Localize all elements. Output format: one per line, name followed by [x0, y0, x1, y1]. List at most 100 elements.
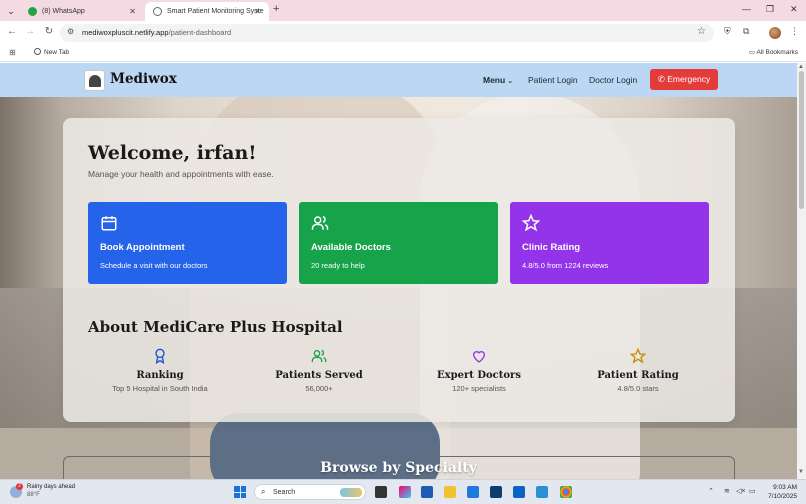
reload-icon[interactable]: ↻	[43, 26, 55, 37]
browser-tab-strip: ⌄ (8) WhatsApp ✕ Smart Patient Monitorin…	[0, 0, 806, 21]
whatsapp-icon	[28, 7, 37, 16]
site-navbar: Mediwox Menu ⌄ Patient Login Doctor Login…	[0, 63, 797, 97]
welcome-subtitle: Manage your health and appointments with…	[88, 169, 274, 179]
browse-specialty-heading: Browse by Specialty	[320, 460, 477, 476]
weather-summary: Rainy days ahead	[27, 484, 76, 490]
url-input[interactable]: ⚙ mediwoxpluscit.netlify.app/patient-das…	[60, 24, 714, 42]
brand-name[interactable]: Mediwox	[110, 71, 177, 87]
globe-icon	[153, 7, 162, 16]
wifi-icon[interactable]: ≋	[724, 487, 730, 495]
menu-dropdown[interactable]: Menu ⌄	[483, 75, 513, 85]
tab-close-icon[interactable]: ✕	[129, 2, 136, 21]
tab-title: (8) WhatsApp	[42, 8, 85, 15]
page-viewport: Mediwox Menu ⌄ Patient Login Doctor Login…	[0, 63, 797, 479]
system-clock[interactable]: 9:03 AM 7/10/2025	[765, 483, 797, 501]
address-bar-row: ← → ↻ ⚙ mediwoxpluscit.netlify.app/patie…	[0, 21, 806, 44]
tile-subtitle: Schedule a visit with our doctors	[100, 261, 208, 270]
stat-label: Patients Served	[275, 370, 363, 381]
more-menu-icon[interactable]: ⋮	[790, 26, 799, 37]
scrollbar-thumb[interactable]	[799, 71, 804, 209]
tile-title: Book Appointment	[100, 242, 185, 253]
outlook-icon[interactable]	[513, 486, 525, 498]
bookmark-star-icon[interactable]: ☆	[697, 26, 706, 37]
heart-icon	[472, 351, 486, 363]
apps-grid-icon[interactable]: ⊞	[9, 48, 16, 57]
volume-icon[interactable]: ◁×	[736, 487, 745, 495]
url-text: mediwoxpluscit.netlify.app/patient-dashb…	[82, 28, 232, 37]
taskbar-search[interactable]: ⌕ Search	[254, 484, 366, 500]
scroll-down-icon[interactable]: ▼	[798, 469, 804, 475]
stat-value: 56,000+	[305, 384, 333, 393]
notification-badge: 2	[16, 483, 23, 490]
stat-value: Top 5 Hospital in South India	[112, 384, 208, 393]
stat-ranking: Ranking Top 5 Hospital in South India	[85, 348, 235, 393]
start-button[interactable]	[234, 486, 246, 498]
welcome-heading: Welcome, irfan!	[88, 142, 257, 164]
star-icon	[630, 348, 646, 364]
dashboard-card: Welcome, irfan! Manage your health and a…	[63, 118, 735, 422]
windows-taskbar: 2 Rainy days ahead 88°F ⌕ Search ⌃ ≋ ◁× …	[0, 479, 806, 504]
tile-title: Available Doctors	[311, 242, 391, 253]
shield-icon[interactable]: ⛨	[724, 26, 731, 37]
users-icon	[311, 349, 327, 362]
profile-avatar[interactable]	[769, 27, 781, 39]
page-scrollbar[interactable]: ▲ ▼	[797, 63, 806, 479]
bookmark-new-tab[interactable]: New Tab	[34, 48, 69, 56]
new-tab-button[interactable]: +	[273, 3, 279, 15]
chevron-down-icon: ⌄	[507, 78, 514, 85]
weather-temperature: 88°F	[27, 492, 40, 498]
window-close-icon[interactable]: ✕	[790, 4, 798, 15]
stat-expert-doctors: Expert Doctors 120+ specialists	[404, 348, 554, 393]
book-appointment-tile[interactable]: Book Appointment Schedule a visit with o…	[88, 202, 287, 284]
minimize-icon[interactable]: —	[742, 4, 751, 14]
tile-subtitle: 4.8/5.0 from 1224 reviews	[522, 261, 609, 270]
photoshop-icon[interactable]	[490, 486, 502, 498]
clinic-rating-tile[interactable]: Clinic Rating 4.8/5.0 from 1224 reviews	[510, 202, 709, 284]
stat-label: Expert Doctors	[437, 370, 521, 381]
back-icon[interactable]: ←	[6, 26, 18, 37]
dropbox-icon[interactable]	[467, 486, 479, 498]
all-bookmarks[interactable]: ▭ All Bookmarks	[749, 48, 798, 56]
tab-whatsapp[interactable]: (8) WhatsApp ✕	[20, 2, 144, 21]
tab-close-icon[interactable]: ✕	[254, 2, 261, 21]
clock-time: 9:03 AM	[773, 484, 797, 491]
battery-icon[interactable]: ▭	[749, 487, 756, 495]
tab-smart-patient[interactable]: Smart Patient Monitoring Syste ✕	[145, 2, 269, 21]
task-view-icon[interactable]	[375, 486, 387, 498]
patient-login-link[interactable]: Patient Login	[528, 75, 578, 85]
site-info-icon[interactable]: ⚙	[67, 27, 74, 36]
available-doctors-tile[interactable]: Available Doctors 20 ready to help	[299, 202, 498, 284]
search-highlight-image	[340, 488, 362, 497]
tab-title: Smart Patient Monitoring Syste	[167, 8, 264, 15]
bookmarks-bar: ⊞ New Tab ▭ All Bookmarks	[0, 44, 806, 62]
hospital-logo-icon	[89, 75, 101, 87]
chrome-icon[interactable]	[560, 486, 572, 498]
copilot-icon[interactable]	[399, 486, 411, 498]
logo[interactable]	[84, 70, 105, 91]
extensions-icon[interactable]: ⧉	[743, 26, 749, 37]
stat-value: 120+ specialists	[452, 384, 506, 393]
tile-subtitle: 20 ready to help	[311, 261, 365, 270]
stat-value: 4.8/5.0 stars	[617, 384, 659, 393]
stat-label: Ranking	[136, 370, 184, 381]
calendar-icon	[101, 216, 117, 231]
star-icon	[522, 214, 540, 232]
tab-search-chevron-icon[interactable]: ⌄	[4, 4, 18, 18]
stat-patients-served: Patients Served 56,000+	[244, 348, 394, 393]
tray-chevron-icon[interactable]: ⌃	[708, 487, 714, 495]
store-icon[interactable]	[421, 486, 433, 498]
forward-icon[interactable]: →	[24, 26, 36, 37]
globe-icon	[34, 48, 41, 55]
phone-icon: ✆	[657, 74, 668, 84]
stat-patient-rating: Patient Rating 4.8/5.0 stars	[563, 348, 713, 393]
stat-label: Patient Rating	[597, 370, 679, 381]
doctor-login-link[interactable]: Doctor Login	[589, 75, 637, 85]
edge-icon[interactable]	[536, 486, 548, 498]
scroll-up-icon[interactable]: ▲	[798, 64, 804, 70]
award-icon	[155, 348, 165, 364]
file-explorer-icon[interactable]	[444, 486, 456, 498]
search-placeholder: Search	[273, 489, 296, 496]
maximize-icon[interactable]: ❐	[766, 4, 774, 15]
tile-title: Clinic Rating	[522, 242, 581, 253]
emergency-button[interactable]: ✆ Emergency	[650, 69, 718, 90]
